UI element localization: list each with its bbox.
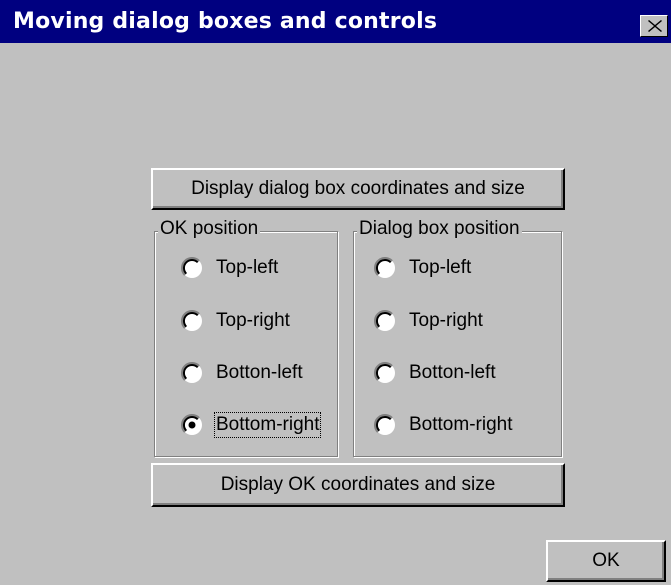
radio-label: Top-right xyxy=(409,310,483,331)
ok-position-radio-bottom-left[interactable]: Botton-left xyxy=(181,359,303,387)
ok-position-radio-top-right[interactable]: Top-right xyxy=(181,307,290,335)
close-button[interactable] xyxy=(640,15,668,37)
dialog-position-radio-bottom-left[interactable]: Botton-left xyxy=(374,359,496,387)
close-icon xyxy=(648,20,662,32)
radio-label: Botton-left xyxy=(409,362,496,383)
radio-label: Top-left xyxy=(409,257,472,278)
dialog-position-radio-top-left[interactable]: Top-left xyxy=(374,254,471,282)
dialog-position-group-label: Dialog box position xyxy=(357,218,522,240)
ok-position-group-label: OK position xyxy=(158,218,261,240)
window-title: Moving dialog boxes and controls xyxy=(13,9,438,34)
ok-position-group: OK position Top-left Top-right Botton-le… xyxy=(154,218,338,457)
radio-unchecked-icon xyxy=(181,362,202,383)
dialog-position-group: Dialog box position Top-left Top-right B… xyxy=(353,218,562,457)
display-ok-coordinates-button[interactable]: Display OK coordinates and size xyxy=(151,463,565,507)
radio-unchecked-icon xyxy=(374,414,395,435)
title-bar: Moving dialog boxes and controls xyxy=(0,0,671,43)
radio-label: Top-right xyxy=(216,310,290,331)
dialog-position-radio-top-right[interactable]: Top-right xyxy=(374,307,483,335)
display-dialog-coordinates-button[interactable]: Display dialog box coordinates and size xyxy=(151,168,565,210)
radio-unchecked-icon xyxy=(374,362,395,383)
radio-unchecked-icon xyxy=(181,310,202,331)
radio-unchecked-icon xyxy=(374,257,395,278)
radio-unchecked-icon xyxy=(374,310,395,331)
ok-position-radio-bottom-right[interactable]: Bottom-right xyxy=(181,411,322,439)
ok-position-radio-top-left[interactable]: Top-left xyxy=(181,254,278,282)
radio-label: Bottom-right xyxy=(213,412,322,438)
dialog-position-radio-bottom-right[interactable]: Bottom-right xyxy=(374,411,512,439)
ok-button[interactable]: OK xyxy=(546,540,666,582)
radio-checked-icon xyxy=(181,414,202,435)
radio-unchecked-icon xyxy=(181,257,202,278)
radio-label: Top-left xyxy=(216,257,279,278)
radio-label: Bottom-right xyxy=(409,414,513,435)
radio-label: Botton-left xyxy=(216,362,303,383)
